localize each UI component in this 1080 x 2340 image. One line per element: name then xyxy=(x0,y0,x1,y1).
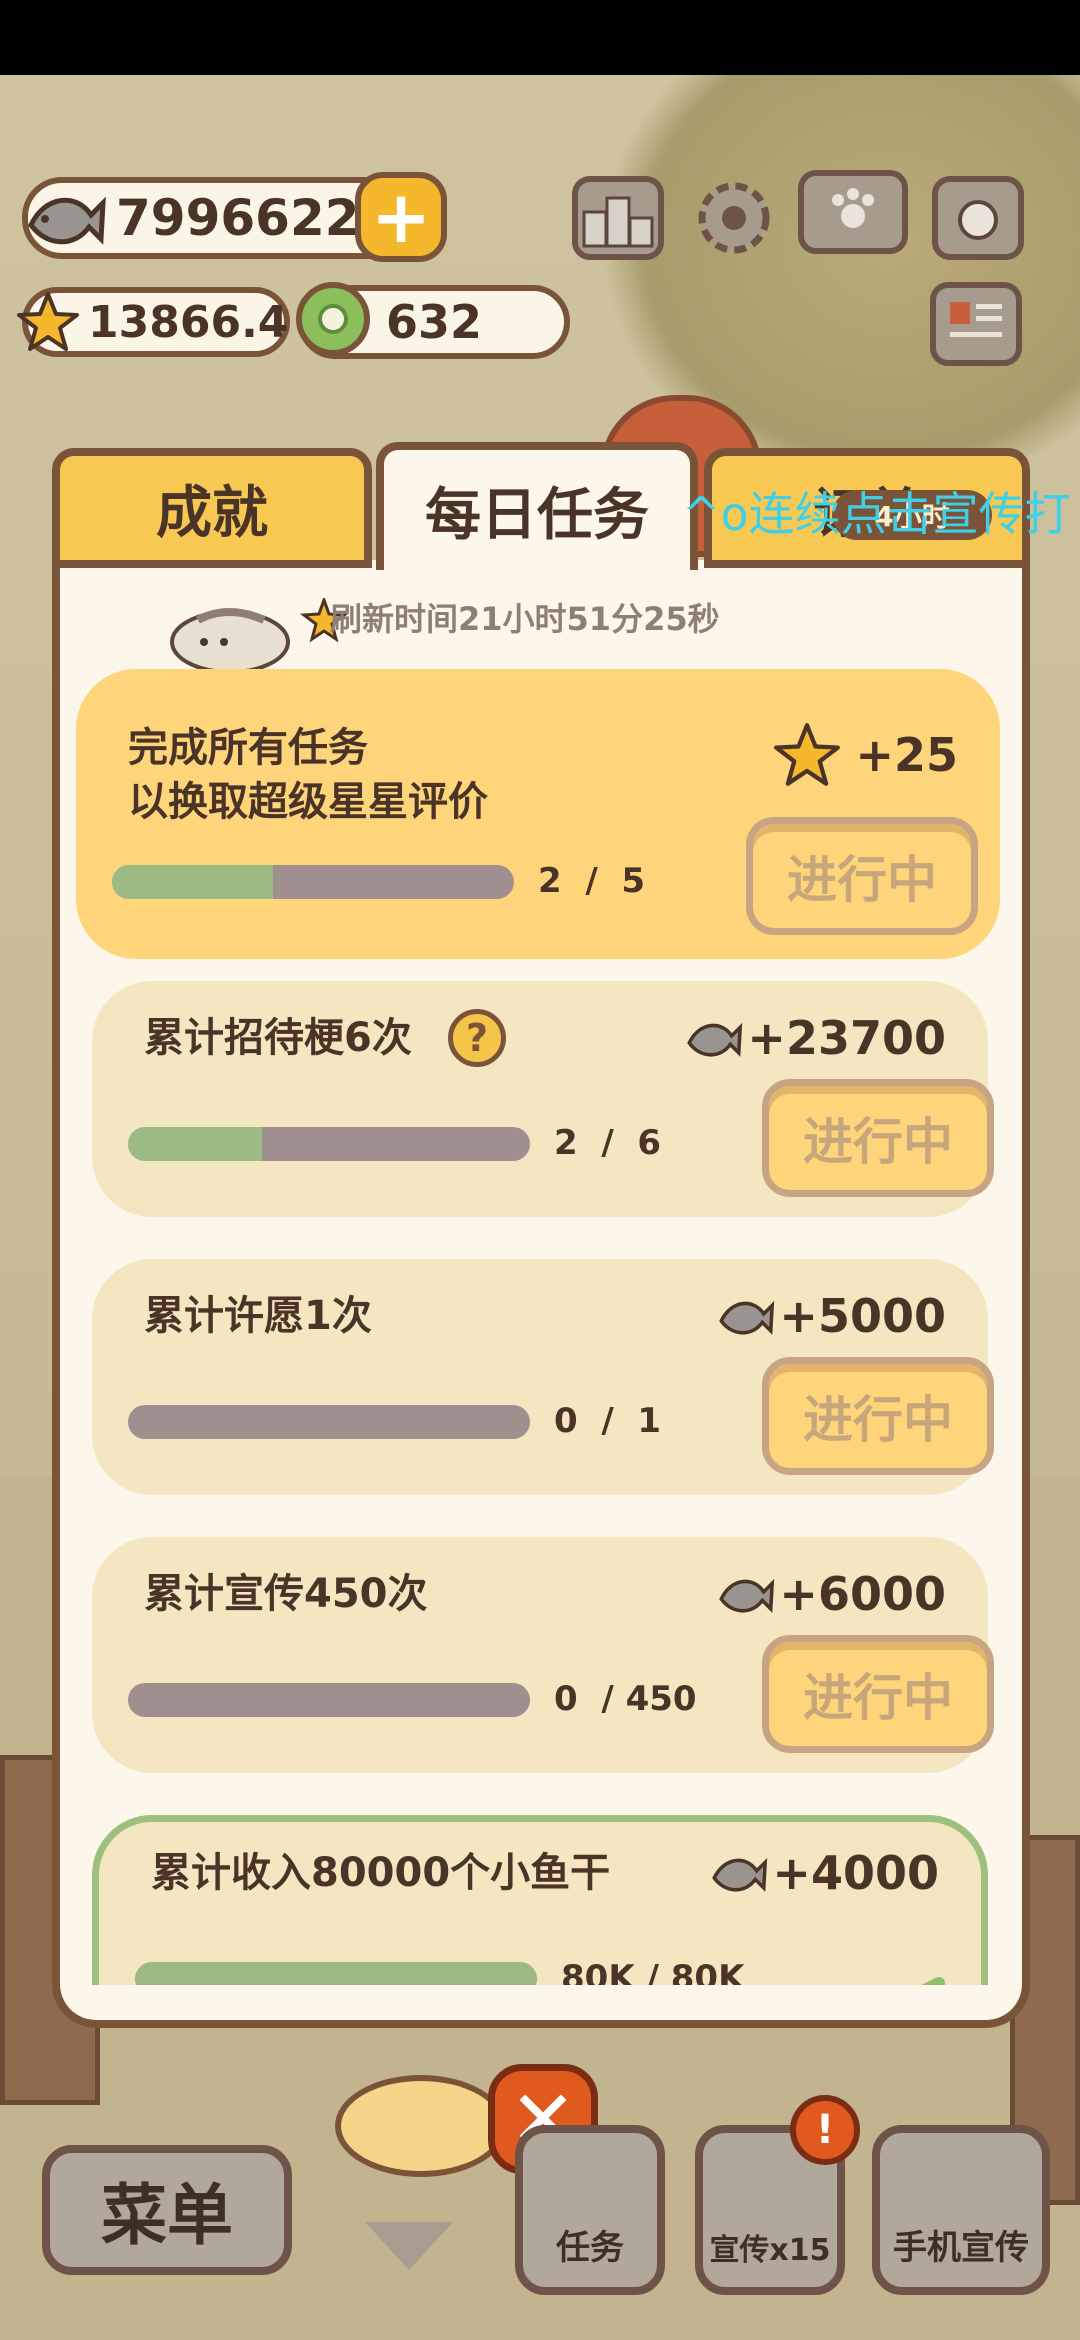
refresh-timer: 刷新时间21小时51分25秒 xyxy=(330,600,720,638)
newspaper-icon xyxy=(950,302,1002,337)
checkmark-icon xyxy=(921,1977,945,1985)
task-reward: +6000 xyxy=(717,1567,946,1621)
task-list[interactable]: 完成所有任务 以换取超级星星评价 +25 2 / 5 进行中 累计招待梗6次 ?… xyxy=(60,665,1020,1985)
fish-icon xyxy=(687,1022,743,1057)
newspaper-button[interactable] xyxy=(930,282,1022,366)
status-bar xyxy=(0,0,1080,75)
progress-text: 80K / 80K xyxy=(561,1958,745,1985)
task-card: 累计宣传450次 +6000 0 / 450 进行中 xyxy=(92,1537,994,1773)
progress-text: 2 / 6 xyxy=(554,1123,662,1163)
star-icon xyxy=(17,292,79,351)
gear-icon xyxy=(698,182,770,254)
progress-bar xyxy=(128,1127,530,1161)
task-status-button[interactable]: 进行中 xyxy=(762,1635,994,1753)
tasks-button[interactable]: 任务 xyxy=(515,2125,665,2295)
add-fish-button[interactable]: + xyxy=(355,172,447,262)
progress-bar xyxy=(135,1962,537,1985)
menu-button[interactable]: 菜单 xyxy=(42,2145,292,2275)
progress-fill xyxy=(112,865,273,899)
progress-text: 0 / 450 xyxy=(554,1679,697,1719)
tab-daily-tasks[interactable]: 每日任务 xyxy=(376,442,698,570)
task-reward: +25 xyxy=(773,721,958,789)
task-card: 累计许愿1次 +5000 0 / 1 进行中 xyxy=(92,1259,994,1495)
task-reward: +4000 xyxy=(710,1846,939,1900)
progress-fill xyxy=(128,1127,262,1161)
task-status-button[interactable]: 进行中 xyxy=(746,817,978,935)
task-card: 累计招待梗6次 ? +23700 2 / 6 进行中 xyxy=(92,981,994,1217)
fish-icon xyxy=(28,196,106,245)
progress-bar xyxy=(112,865,514,899)
task-status-button[interactable]: 进行中 xyxy=(762,1079,994,1197)
task-title: 累计宣传450次 xyxy=(144,1571,428,1617)
camera-button[interactable] xyxy=(932,176,1024,260)
task-reward: +23700 xyxy=(685,1011,946,1065)
progress-text: 2 / 5 xyxy=(538,861,646,901)
star-icon xyxy=(774,723,841,786)
progress-fill xyxy=(135,1962,537,1985)
progress-bar xyxy=(128,1683,530,1717)
settings-button[interactable] xyxy=(688,176,780,260)
book-paw-icon xyxy=(832,188,874,228)
camera-icon xyxy=(958,200,998,240)
tab-achievements[interactable]: 成就 xyxy=(52,448,372,568)
fish-icon xyxy=(719,1300,775,1335)
task-subtitle: 以换取超级星星评价 xyxy=(128,779,488,825)
rug xyxy=(335,2075,507,2177)
help-icon[interactable]: ? xyxy=(448,1009,506,1067)
task-card: 完成所有任务 以换取超级星星评价 +25 2 / 5 进行中 xyxy=(76,669,1000,959)
progress-bar xyxy=(128,1405,530,1439)
phone-promote-button[interactable]: 手机宣传 xyxy=(872,2125,1050,2295)
podium-icon xyxy=(582,196,654,248)
coin-icon xyxy=(296,282,370,356)
collapse-arrow-icon[interactable] xyxy=(365,2222,453,2270)
fish-icon xyxy=(712,1857,768,1892)
task-title: 累计收入80000个小鱼干 xyxy=(151,1850,611,1896)
task-status-button[interactable]: 进行中 xyxy=(762,1357,994,1475)
task-reward: +5000 xyxy=(717,1289,946,1343)
progress-text: 0 / 1 xyxy=(554,1401,662,1441)
task-title: 累计招待梗6次 xyxy=(144,1015,412,1061)
fish-count: 7996622 xyxy=(116,189,360,247)
task-card-completed: 累计收入80000个小鱼干 +4000 80K / 80K xyxy=(92,1815,988,1985)
overlay-caption: ^o连续点击宣传打 xyxy=(682,487,1071,541)
catalog-book-button[interactable] xyxy=(798,170,908,254)
alert-badge: ! xyxy=(790,2095,860,2165)
fish-icon xyxy=(719,1578,775,1613)
coin-count: 632 xyxy=(386,295,483,349)
task-title: 累计许愿1次 xyxy=(144,1293,372,1339)
leaderboard-button[interactable] xyxy=(572,176,664,260)
task-title: 完成所有任务 xyxy=(128,725,368,771)
star-rating: 13866.4 xyxy=(88,296,289,348)
